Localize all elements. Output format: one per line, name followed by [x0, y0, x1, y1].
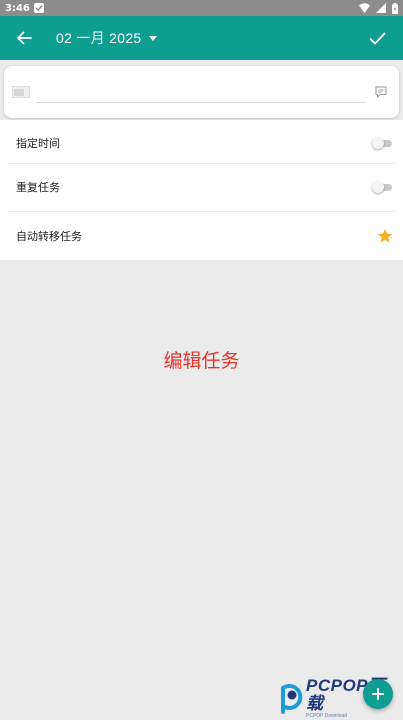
star-icon[interactable] [377, 228, 393, 244]
add-fab-button[interactable] [363, 679, 393, 709]
caret-down-icon [148, 36, 157, 41]
task-settings-list: 指定时间 重复任务 自动转移任务 [0, 120, 403, 260]
date-selector[interactable]: 02 一月 2025 [56, 28, 157, 48]
page-title: 02 一月 2025 [56, 30, 142, 46]
signal-icon [376, 3, 386, 13]
task-checkbox-icon[interactable] [12, 86, 30, 98]
task-input-card [4, 66, 399, 118]
settings-item-scheduled-time[interactable]: 指定时间 [8, 128, 395, 158]
task-title-input[interactable] [36, 81, 366, 103]
status-time: 3:46 [5, 2, 30, 14]
edit-task-caption: 编辑任务 [163, 350, 240, 372]
settings-item-label: 重复任务 [16, 181, 60, 194]
wifi-icon [359, 3, 370, 13]
repeat-task-toggle[interactable] [372, 181, 392, 193]
pcpop-logo-icon [281, 684, 303, 714]
divider [8, 163, 395, 164]
settings-item-auto-transfer[interactable]: 自动转移任务 [8, 221, 395, 251]
arrow-left-icon [17, 31, 32, 45]
app-bar: 02 一月 2025 [0, 16, 403, 60]
notification-check-icon [33, 3, 44, 13]
watermark-sub: PCPOP Download [306, 713, 348, 719]
plus-icon [372, 688, 384, 700]
comment-icon[interactable] [374, 85, 388, 99]
confirm-button[interactable] [363, 24, 391, 52]
settings-item-repeat-task[interactable]: 重复任务 [8, 172, 395, 202]
status-bar: 3:46 [0, 0, 403, 16]
checkmark-icon [369, 32, 385, 44]
scheduled-time-toggle[interactable] [372, 137, 392, 149]
settings-item-label: 自动转移任务 [16, 230, 82, 243]
status-icons [359, 2, 398, 14]
divider [8, 211, 395, 212]
back-button[interactable] [10, 24, 38, 52]
settings-item-label: 指定时间 [16, 137, 60, 150]
battery-icon [392, 2, 398, 14]
toggle-knob [372, 137, 384, 149]
toggle-knob [372, 181, 384, 193]
